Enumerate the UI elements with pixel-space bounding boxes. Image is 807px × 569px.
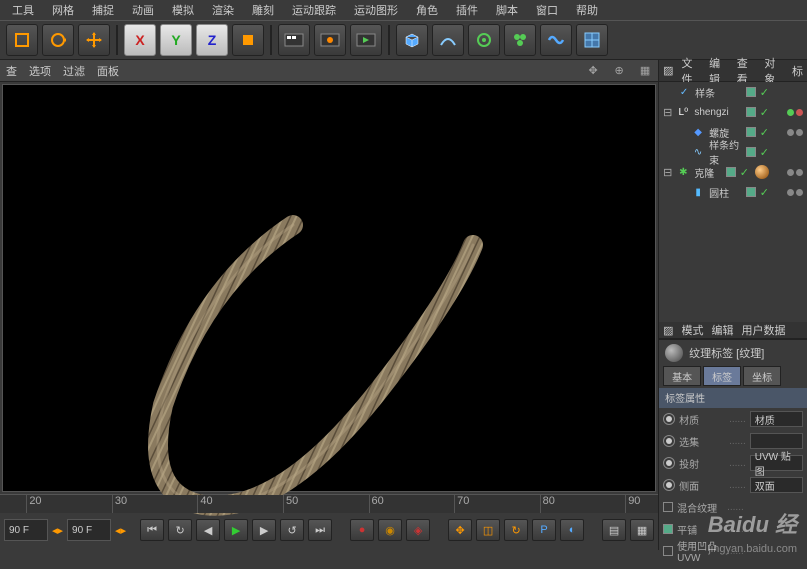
attr-tab-mode[interactable]: 模式 xyxy=(682,322,704,338)
z-axis-button[interactable]: Z xyxy=(196,24,228,56)
material-sphere-icon xyxy=(665,344,683,362)
move-tool[interactable] xyxy=(78,24,110,56)
vp-menu-options[interactable]: 选项 xyxy=(29,63,51,79)
spline-button[interactable] xyxy=(432,24,464,56)
pla-key-button[interactable]: ◐ xyxy=(560,519,584,541)
object-tree[interactable]: ✓样条✓⊟L⁰shengzi✓◆螺旋✓∿样条约束✓⊟✱克隆✓▮圆柱✓ xyxy=(659,82,807,322)
environment-button[interactable] xyxy=(576,24,608,56)
tick: 90 xyxy=(625,495,640,513)
vp-menu-panel[interactable]: 面板 xyxy=(97,63,119,79)
attr-tab-edit[interactable]: 编辑 xyxy=(712,322,734,338)
tick: 60 xyxy=(369,495,384,513)
render-region-button[interactable] xyxy=(314,24,346,56)
attribute-panel: 纹理标签 [纹理] 基本 标签 坐标 标签属性 材质......材质选集....… xyxy=(659,339,807,562)
render-queue-button[interactable] xyxy=(350,24,382,56)
menu-sculpt[interactable]: 雕刻 xyxy=(244,0,282,20)
tree-item-样条[interactable]: ✓样条✓ xyxy=(659,82,807,102)
tick: 50 xyxy=(283,495,298,513)
hatch-icon: ▨ xyxy=(663,64,673,77)
hatch-icon: ▨ xyxy=(663,324,673,337)
fcurve-button[interactable]: ▤ xyxy=(602,519,626,541)
vp-grid-icon[interactable]: ▦ xyxy=(638,64,652,78)
tick: 20 xyxy=(26,495,41,513)
rope-object xyxy=(123,205,523,525)
prop-使用凹凸 UVW[interactable]: 使用凹凸 UVW...... xyxy=(659,540,807,562)
tick: 40 xyxy=(197,495,212,513)
menu-bar: 工具 网格 捕捉 动画 模拟 渲染 雕刻 运动跟踪 运动图形 角色 插件 脚本 … xyxy=(0,0,807,20)
right-panel: ▨ 文件 编辑 查看 对象 标 ✓样条✓⊟L⁰shengzi✓◆螺旋✓∿样条约束… xyxy=(658,60,807,550)
subtab-basic[interactable]: 基本 xyxy=(663,366,701,386)
cube-primitive-button[interactable] xyxy=(396,24,428,56)
menu-mograph[interactable]: 运动图形 xyxy=(346,0,406,20)
menu-snap[interactable]: 捕捉 xyxy=(84,0,122,20)
menu-sim[interactable]: 模拟 xyxy=(164,0,202,20)
menu-plugin[interactable]: 插件 xyxy=(448,0,486,20)
tab-tag[interactable]: 标 xyxy=(792,63,803,79)
dopesheet-button[interactable]: ▦ xyxy=(630,519,654,541)
frame-start-input[interactable] xyxy=(4,519,48,541)
tree-item-样条约束[interactable]: ∿样条约束✓ xyxy=(659,142,807,162)
select-tool[interactable] xyxy=(6,24,38,56)
tree-item-shengzi[interactable]: ⊟L⁰shengzi✓ xyxy=(659,102,807,122)
timeline-ruler[interactable]: 20 30 40 50 60 70 80 90 xyxy=(0,495,658,513)
menu-mesh[interactable]: 网格 xyxy=(44,0,82,20)
menu-script[interactable]: 脚本 xyxy=(488,0,526,20)
param-key-button[interactable]: P xyxy=(532,519,556,541)
rotate-tool[interactable] xyxy=(42,24,74,56)
3d-viewport[interactable] xyxy=(2,84,656,492)
generator-button[interactable] xyxy=(504,24,536,56)
prop-材质[interactable]: 材质......材质 xyxy=(659,408,807,430)
y-axis-button[interactable]: Y xyxy=(160,24,192,56)
tree-item-圆柱[interactable]: ▮圆柱✓ xyxy=(659,182,807,202)
prop-侧面[interactable]: 侧面......双面 xyxy=(659,474,807,496)
deformer-button[interactable] xyxy=(540,24,572,56)
menu-render[interactable]: 渲染 xyxy=(204,0,242,20)
attr-tab-userdata[interactable]: 用户数据 xyxy=(742,322,786,338)
menu-window[interactable]: 窗口 xyxy=(528,0,566,20)
tick: 70 xyxy=(454,495,469,513)
tick: 80 xyxy=(540,495,555,513)
attr-title-text: 纹理标签 [纹理] xyxy=(689,345,764,361)
subtab-coord[interactable]: 坐标 xyxy=(743,366,781,386)
menu-anim[interactable]: 动画 xyxy=(124,0,162,20)
frame-current-input[interactable] xyxy=(67,519,111,541)
object-manager-tabs: ▨ 文件 编辑 查看 对象 标 xyxy=(659,60,807,82)
vp-menu-filter[interactable]: 过滤 xyxy=(63,63,85,79)
nurbs-button[interactable] xyxy=(468,24,500,56)
menu-char[interactable]: 角色 xyxy=(408,0,446,20)
coord-button[interactable] xyxy=(232,24,264,56)
tick: 30 xyxy=(112,495,127,513)
menu-tools[interactable]: 工具 xyxy=(4,0,42,20)
menu-help[interactable]: 帮助 xyxy=(568,0,606,20)
prop-平铺[interactable]: 平铺...... xyxy=(659,518,807,540)
vp-menu-view[interactable]: 查 xyxy=(6,63,17,79)
prop-投射[interactable]: 投射......UVW 贴图 xyxy=(659,452,807,474)
section-header: 标签属性 xyxy=(659,388,807,408)
viewport-header: 查 选项 过滤 面板 ✥ ⊕ ▦ xyxy=(0,60,658,82)
x-axis-button[interactable]: X xyxy=(124,24,156,56)
vp-nav-icon[interactable]: ✥ xyxy=(586,64,600,78)
prop-混合纹理[interactable]: 混合纹理...... xyxy=(659,496,807,518)
menu-track[interactable]: 运动跟踪 xyxy=(284,0,344,20)
attr-manager-tabs: ▨ 模式 编辑 用户数据 xyxy=(659,322,807,339)
subtab-tag[interactable]: 标签 xyxy=(703,366,741,386)
vp-zoom-icon[interactable]: ⊕ xyxy=(612,64,626,78)
render-view-button[interactable] xyxy=(278,24,310,56)
